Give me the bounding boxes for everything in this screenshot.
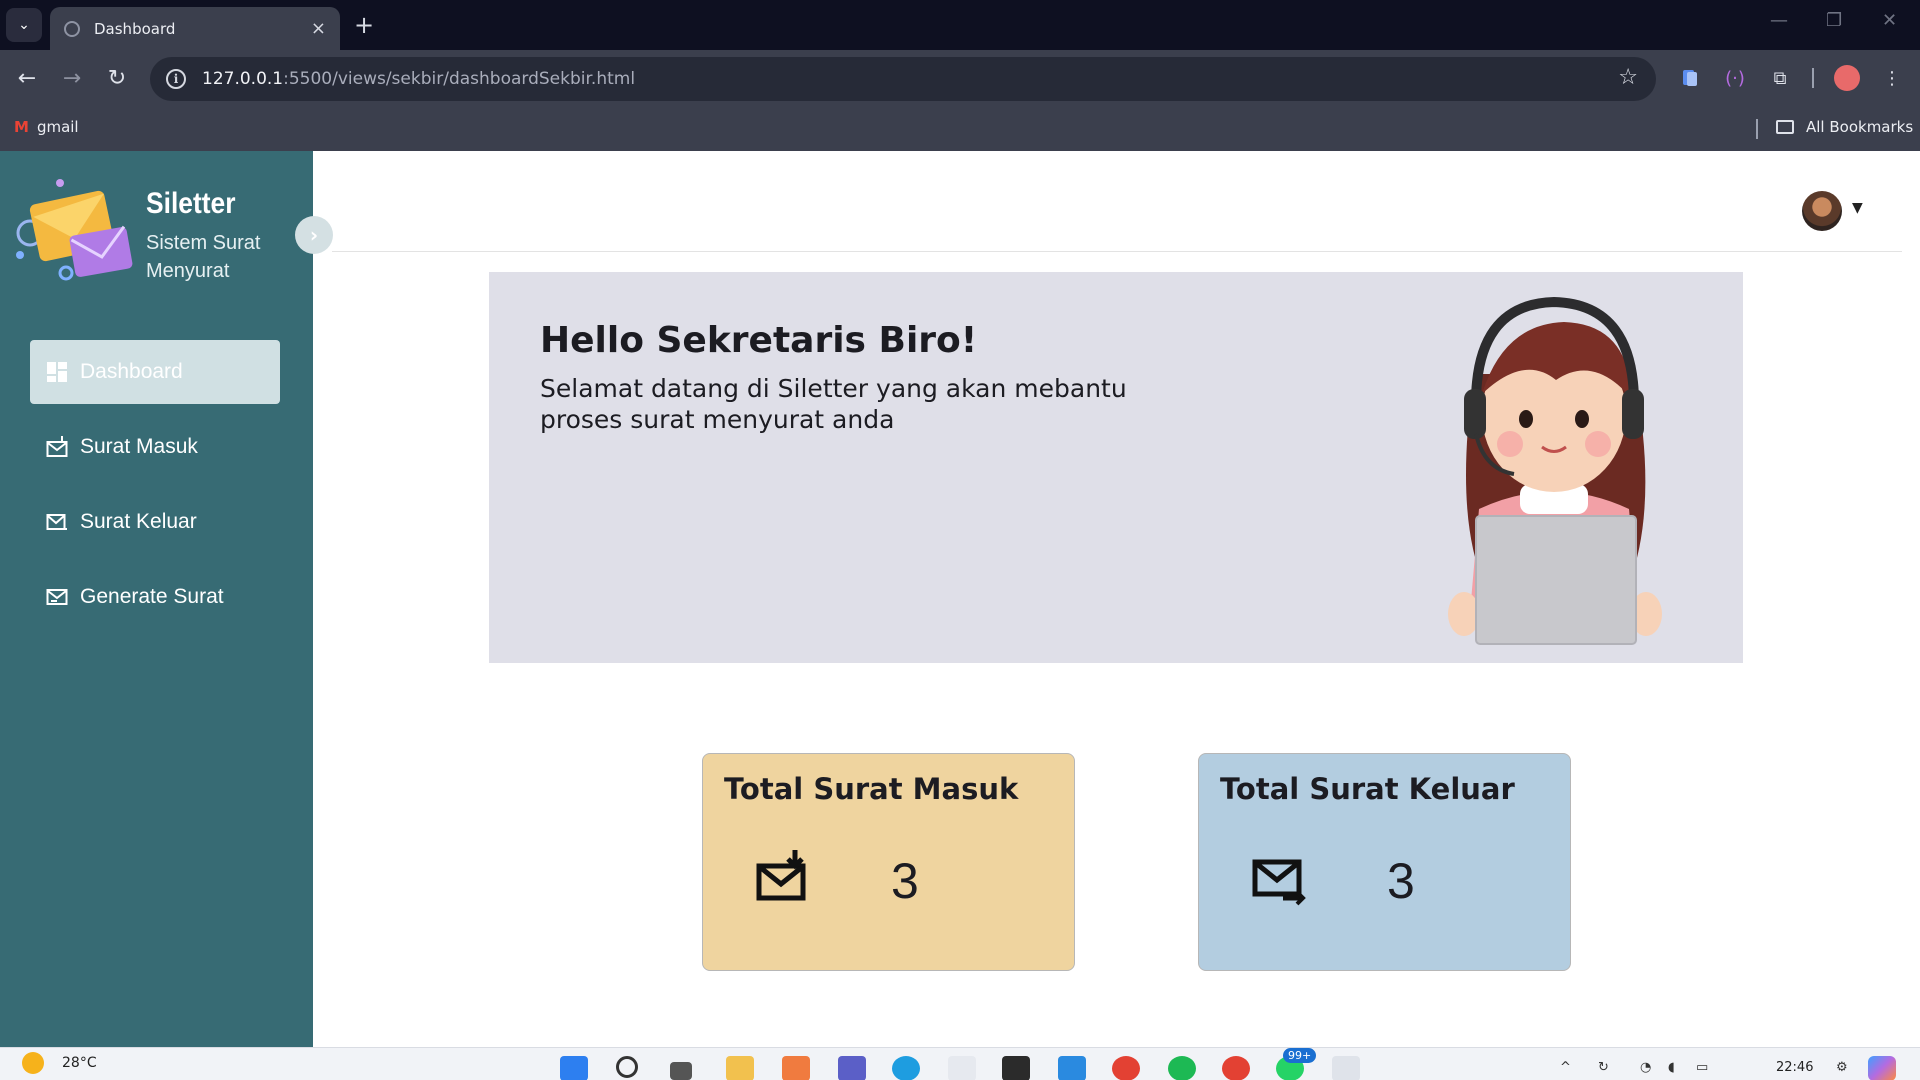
back-icon[interactable]: ← xyxy=(12,63,42,93)
file-explorer-icon[interactable] xyxy=(726,1056,754,1080)
windows-start-icon[interactable] xyxy=(560,1056,588,1080)
search-icon[interactable] xyxy=(616,1056,638,1078)
welcome-subtitle: Selamat datang di Siletter yang akan meb… xyxy=(540,374,1127,434)
all-bookmarks-label: All Bookmarks xyxy=(1806,118,1914,136)
sidebar-item-generate-surat[interactable]: Generate Surat xyxy=(30,565,280,629)
chrome-profile-icon[interactable] xyxy=(1222,1056,1250,1080)
bookmark-label: gmail xyxy=(36,118,79,136)
puzzle-icon[interactable]: ⧉ xyxy=(1768,66,1792,90)
sidebar-toggle-button[interactable]: › xyxy=(295,216,333,254)
chevron-right-icon: › xyxy=(309,223,319,247)
wifi-icon[interactable]: ◔ xyxy=(1640,1060,1651,1075)
browser-toolbar: ← → ↻ i 127.0.0.1 :5500/views/sekbir/das… xyxy=(0,50,1920,107)
mail-generate-icon xyxy=(46,589,68,605)
stat-card-title: Total Surat Masuk xyxy=(724,772,1019,806)
weather-sun-icon xyxy=(22,1052,44,1074)
sidebar: Siletter Sistem Surat Menyurat Dashboard… xyxy=(0,151,313,1047)
tab-search-button[interactable]: ⌄ xyxy=(6,8,42,42)
address-bar[interactable]: i 127.0.0.1 :5500/views/sekbir/dashboard… xyxy=(150,57,1656,101)
battery-icon[interactable]: ▭ xyxy=(1696,1060,1708,1075)
mail-in-icon xyxy=(46,436,68,457)
user-avatar[interactable] xyxy=(1802,191,1842,231)
tab-title: Dashboard xyxy=(94,19,176,38)
sidebar-item-surat-keluar[interactable]: Surat Keluar xyxy=(30,490,280,554)
dashboard-icon xyxy=(47,362,67,382)
spotify-icon[interactable] xyxy=(1168,1056,1196,1080)
temperature: 28°C xyxy=(62,1055,97,1071)
teams-icon[interactable] xyxy=(838,1056,866,1080)
header-divider xyxy=(332,251,1902,252)
clock-time: 22:46 xyxy=(1776,1060,1814,1075)
xampp-icon[interactable] xyxy=(782,1056,810,1080)
globe-icon xyxy=(64,20,80,37)
toolbar-divider xyxy=(1812,68,1814,88)
close-window-icon[interactable]: ✕ xyxy=(1882,10,1897,31)
sidebar-item-label: Surat Keluar xyxy=(80,510,197,533)
stat-card-surat-masuk[interactable]: Total Surat Masuk 3 xyxy=(702,753,1075,971)
stat-card-value: 3 xyxy=(1387,853,1415,909)
figma-icon[interactable] xyxy=(1002,1056,1030,1080)
new-tab-button[interactable]: + xyxy=(354,10,374,40)
chevron-up-icon[interactable]: ^ xyxy=(1560,1060,1571,1075)
bookmark-star-icon[interactable]: ☆ xyxy=(1618,65,1638,90)
stat-card-surat-keluar[interactable]: Total Surat Keluar 3 xyxy=(1198,753,1571,971)
browser-tab-strip: ⌄ Dashboard × + — ❐ ✕ xyxy=(0,0,1920,50)
extension-icon[interactable]: (·) xyxy=(1723,66,1747,90)
all-bookmarks-button[interactable]: All Bookmarks xyxy=(1776,118,1913,136)
minimize-icon[interactable]: — xyxy=(1770,10,1788,31)
chevron-down-icon: ⌄ xyxy=(18,17,30,33)
stat-card-title: Total Surat Keluar xyxy=(1220,772,1515,806)
weather-widget[interactable]: 28°C xyxy=(22,1052,97,1074)
site-info-icon[interactable]: i xyxy=(166,69,186,89)
mail-in-icon xyxy=(756,850,806,901)
folder-icon xyxy=(1776,120,1794,134)
app-icon[interactable] xyxy=(948,1056,976,1080)
sidebar-item-dashboard[interactable]: Dashboard xyxy=(30,340,280,404)
gmail-icon: M xyxy=(14,118,29,136)
sidebar-item-surat-masuk[interactable]: Surat Masuk xyxy=(30,415,280,479)
copilot-icon[interactable] xyxy=(1868,1056,1896,1080)
chrome-icon[interactable] xyxy=(1112,1056,1140,1080)
bookmark-gmail[interactable]: M gmail xyxy=(14,118,79,136)
sidebar-item-label: Surat Masuk xyxy=(80,435,198,458)
settings-icon[interactable]: ⚙ xyxy=(1836,1060,1848,1075)
sidebar-item-label: Generate Surat xyxy=(80,585,224,608)
mail-out-icon xyxy=(1252,859,1306,906)
bookmarks-divider xyxy=(1756,119,1758,139)
browser-tab[interactable]: Dashboard × xyxy=(50,7,340,50)
secretary-illustration xyxy=(1448,296,1662,645)
mail-out-icon xyxy=(46,514,67,530)
welcome-title: Hello Sekretaris Biro! xyxy=(540,320,978,361)
welcome-banner: Hello Sekretaris Biro! Selamat datang di… xyxy=(489,272,1743,663)
forward-icon[interactable]: → xyxy=(57,63,87,93)
profile-avatar[interactable] xyxy=(1834,65,1860,91)
edge-icon[interactable] xyxy=(892,1056,920,1080)
url-path: :5500/views/sekbir/dashboardSekbir.html xyxy=(283,69,636,89)
restore-icon[interactable]: ❐ xyxy=(1826,10,1842,31)
task-view-icon[interactable] xyxy=(670,1062,692,1080)
url-host: 127.0.0.1 xyxy=(202,69,284,89)
notification-badge: 99+ xyxy=(1283,1048,1317,1063)
bookmarks-bar: M gmail All Bookmarks xyxy=(0,107,1920,151)
siletter-logo xyxy=(16,179,133,281)
sync-icon[interactable]: ↻ xyxy=(1598,1060,1609,1075)
brand-subtitle: Sistem Surat Menyurat xyxy=(146,232,261,282)
reload-icon[interactable]: ↻ xyxy=(102,63,132,93)
kebab-menu-icon[interactable]: ⋮ xyxy=(1880,66,1904,90)
vscode-icon[interactable] xyxy=(1058,1056,1086,1080)
volume-icon[interactable]: ◖ xyxy=(1668,1060,1675,1075)
brand-name: Siletter xyxy=(146,187,236,220)
caret-down-icon[interactable]: ▼ xyxy=(1852,200,1863,216)
tab-close-button[interactable]: × xyxy=(311,18,326,39)
sidebar-item-label: Dashboard xyxy=(80,360,183,383)
snipping-tool-icon[interactable] xyxy=(1332,1056,1360,1080)
extension-icon[interactable] xyxy=(1678,66,1702,90)
windows-taskbar: 28°C 99+ ^ ↻ ◔ ◖ ▭ 22:46 ⚙ xyxy=(0,1047,1920,1080)
stat-card-value: 3 xyxy=(891,853,919,909)
